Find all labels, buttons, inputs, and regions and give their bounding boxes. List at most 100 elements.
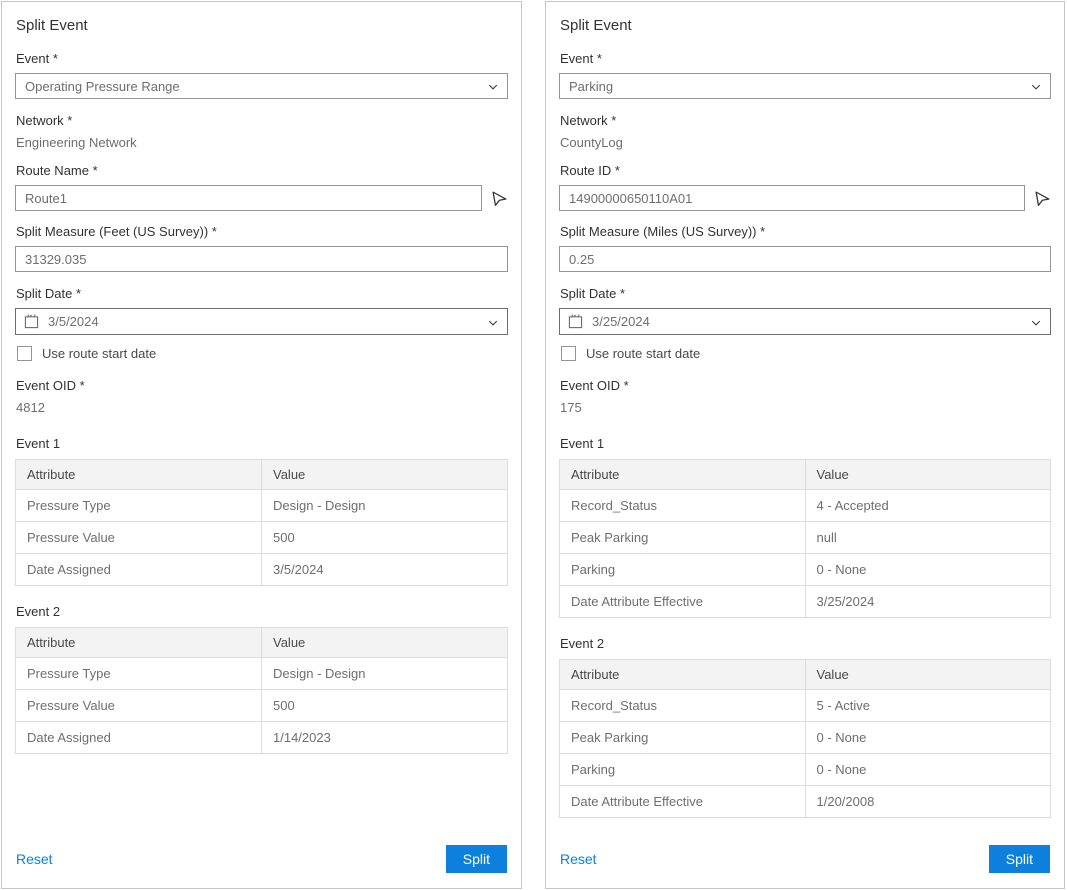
attribute-cell: Date Attribute Effective	[560, 586, 806, 618]
value-cell: 1/14/2023	[262, 722, 508, 754]
attribute-cell: Pressure Type	[16, 490, 262, 522]
table-header-row: Attribute Value	[16, 460, 508, 490]
event1-title: Event 1	[560, 436, 1051, 451]
event-oid-label: Event OID *	[16, 378, 508, 393]
attribute-cell: Record_Status	[560, 490, 806, 522]
attribute-cell: Date Attribute Effective	[560, 786, 806, 818]
table-row: Record_Status 5 - Active	[560, 690, 1051, 722]
attribute-cell: Peak Parking	[560, 722, 806, 754]
calendar-icon	[568, 314, 583, 329]
split-event-panel-right: Split Event Event * Parking Network * Co…	[545, 1, 1065, 889]
event-select-value: Parking	[569, 79, 613, 94]
measure-block	[15, 246, 508, 272]
event1-table: Attribute Value Pressure Type Design - D…	[15, 459, 508, 586]
attribute-cell: Date Assigned	[16, 722, 262, 754]
table-header-row: Attribute Value	[16, 628, 508, 658]
value-cell: Design - Design	[262, 490, 508, 522]
event2-table: Attribute Value Record_Status 5 - Active…	[559, 659, 1051, 818]
event-oid-value: 175	[560, 400, 1051, 415]
event-oid-value: 4812	[16, 400, 508, 415]
value-header: Value	[805, 660, 1051, 690]
value-cell: Design - Design	[262, 658, 508, 690]
use-route-start-date-row: Use route start date	[561, 346, 1051, 361]
event-oid-label: Event OID *	[560, 378, 1051, 393]
table-row: Parking 0 - None	[560, 554, 1051, 586]
date-label: Split Date *	[16, 286, 508, 301]
date-picker[interactable]: 3/25/2024	[559, 308, 1051, 335]
value-cell: 500	[262, 690, 508, 722]
attribute-cell: Record_Status	[560, 690, 806, 722]
split-event-panels: Split Event Event * Operating Pressure R…	[0, 0, 1067, 890]
pick-route-on-map-button[interactable]	[1034, 190, 1051, 207]
table-row: Peak Parking 0 - None	[560, 722, 1051, 754]
event1-title: Event 1	[16, 436, 508, 451]
table-row: Peak Parking null	[560, 522, 1051, 554]
split-button[interactable]: Split	[446, 845, 507, 873]
table-row: Date Assigned 3/5/2024	[16, 554, 508, 586]
network-value: Engineering Network	[16, 135, 508, 150]
value-cell: 500	[262, 522, 508, 554]
event1-table: Attribute Value Record_Status 4 - Accept…	[559, 459, 1051, 618]
pointer-arrow-icon	[491, 190, 508, 207]
route-input[interactable]	[559, 185, 1025, 211]
measure-block	[559, 246, 1051, 272]
chevron-down-icon	[1030, 81, 1042, 93]
event-label: Event *	[560, 51, 1051, 66]
date-picker[interactable]: 3/5/2024	[15, 308, 508, 335]
network-value: CountyLog	[560, 135, 1051, 150]
table-row: Date Attribute Effective 3/25/2024	[560, 586, 1051, 618]
route-label: Route Name *	[16, 163, 508, 178]
attribute-cell: Pressure Value	[16, 522, 262, 554]
value-cell: null	[805, 522, 1051, 554]
route-row	[559, 185, 1051, 211]
table-row: Date Attribute Effective 1/20/2008	[560, 786, 1051, 818]
attribute-header: Attribute	[560, 460, 806, 490]
split-button[interactable]: Split	[989, 845, 1050, 873]
route-input[interactable]	[15, 185, 482, 211]
attribute-cell: Pressure Value	[16, 690, 262, 722]
event-select[interactable]: Operating Pressure Range	[15, 73, 508, 99]
value-header: Value	[262, 460, 508, 490]
value-cell: 0 - None	[805, 754, 1051, 786]
attribute-header: Attribute	[560, 660, 806, 690]
route-label: Route ID *	[560, 163, 1051, 178]
attribute-cell: Date Assigned	[16, 554, 262, 586]
use-route-start-date-row: Use route start date	[17, 346, 508, 361]
measure-input[interactable]	[559, 246, 1051, 272]
attribute-cell: Peak Parking	[560, 522, 806, 554]
table-header-row: Attribute Value	[560, 460, 1051, 490]
chevron-down-icon	[1030, 317, 1042, 329]
table-row: Pressure Type Design - Design	[16, 658, 508, 690]
attribute-cell: Pressure Type	[16, 658, 262, 690]
network-label: Network *	[560, 113, 1051, 128]
date-value: 3/25/2024	[592, 314, 650, 329]
event-select[interactable]: Parking	[559, 73, 1051, 99]
measure-label: Split Measure (Feet (US Survey)) *	[16, 224, 508, 239]
use-route-start-date-checkbox[interactable]	[561, 346, 576, 361]
date-label: Split Date *	[560, 286, 1051, 301]
calendar-icon	[24, 314, 39, 329]
date-value: 3/5/2024	[48, 314, 99, 329]
attribute-header: Attribute	[16, 460, 262, 490]
use-route-start-date-label: Use route start date	[42, 346, 156, 361]
use-route-start-date-checkbox[interactable]	[17, 346, 32, 361]
reset-button[interactable]: Reset	[560, 851, 597, 867]
value-cell: 4 - Accepted	[805, 490, 1051, 522]
reset-button[interactable]: Reset	[16, 851, 53, 867]
measure-label: Split Measure (Miles (US Survey)) *	[560, 224, 1051, 239]
event2-table: Attribute Value Pressure Type Design - D…	[15, 627, 508, 754]
route-row	[15, 185, 508, 211]
table-row: Record_Status 4 - Accepted	[560, 490, 1051, 522]
measure-input[interactable]	[15, 246, 508, 272]
attribute-header: Attribute	[16, 628, 262, 658]
chevron-down-icon	[487, 317, 499, 329]
event2-title: Event 2	[16, 604, 508, 619]
event-select-value: Operating Pressure Range	[25, 79, 180, 94]
table-row: Date Assigned 1/14/2023	[16, 722, 508, 754]
use-route-start-date-label: Use route start date	[586, 346, 700, 361]
event-label: Event *	[16, 51, 508, 66]
attribute-cell: Parking	[560, 754, 806, 786]
network-label: Network *	[16, 113, 508, 128]
pick-route-on-map-button[interactable]	[491, 190, 508, 207]
table-row: Parking 0 - None	[560, 754, 1051, 786]
